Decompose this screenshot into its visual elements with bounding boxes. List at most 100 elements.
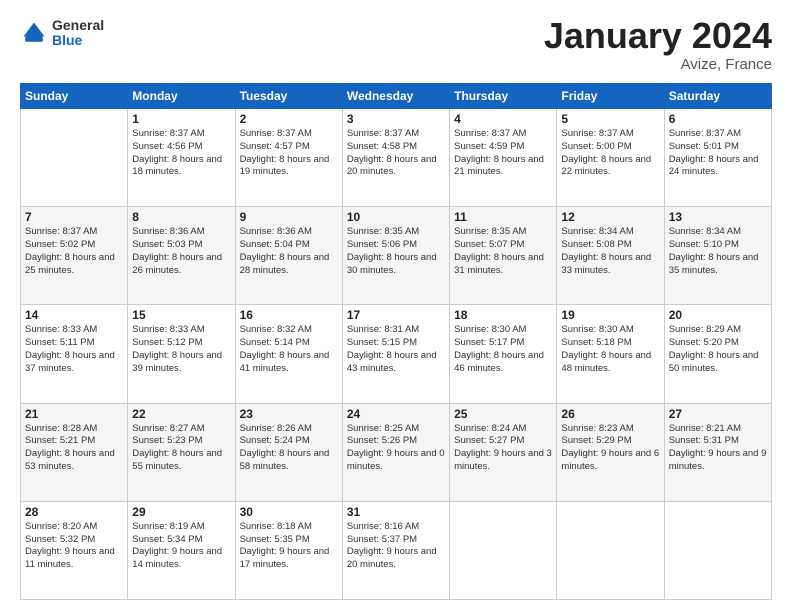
sunset-text: Sunset: 5:10 PM (669, 239, 739, 250)
calendar-week-row: 7 Sunrise: 8:37 AM Sunset: 5:02 PM Dayli… (21, 207, 772, 305)
day-info: Sunrise: 8:36 AM Sunset: 5:03 PM Dayligh… (132, 226, 230, 277)
daylight-text: Daylight: 8 hours and 41 minutes. (240, 350, 330, 374)
table-row: 1 Sunrise: 8:37 AM Sunset: 4:56 PM Dayli… (128, 109, 235, 207)
day-number: 22 (132, 407, 230, 421)
table-row: 7 Sunrise: 8:37 AM Sunset: 5:02 PM Dayli… (21, 207, 128, 305)
table-row (664, 501, 771, 599)
sunset-text: Sunset: 5:27 PM (454, 435, 524, 446)
day-info: Sunrise: 8:37 AM Sunset: 4:58 PM Dayligh… (347, 128, 445, 179)
day-number: 1 (132, 112, 230, 126)
sunrise-text: Sunrise: 8:37 AM (240, 128, 312, 139)
table-row: 2 Sunrise: 8:37 AM Sunset: 4:57 PM Dayli… (235, 109, 342, 207)
sunrise-text: Sunrise: 8:31 AM (347, 324, 419, 335)
header-thursday: Thursday (450, 84, 557, 109)
sunrise-text: Sunrise: 8:33 AM (25, 324, 97, 335)
day-info: Sunrise: 8:23 AM Sunset: 5:29 PM Dayligh… (561, 423, 659, 474)
sunset-text: Sunset: 4:56 PM (132, 141, 202, 152)
sunrise-text: Sunrise: 8:21 AM (669, 423, 741, 434)
calendar-week-row: 28 Sunrise: 8:20 AM Sunset: 5:32 PM Dayl… (21, 501, 772, 599)
daylight-text: Daylight: 8 hours and 46 minutes. (454, 350, 544, 374)
day-info: Sunrise: 8:24 AM Sunset: 5:27 PM Dayligh… (454, 423, 552, 474)
day-number: 12 (561, 210, 659, 224)
table-row: 29 Sunrise: 8:19 AM Sunset: 5:34 PM Dayl… (128, 501, 235, 599)
daylight-text: Daylight: 9 hours and 3 minutes. (454, 448, 552, 472)
table-row: 5 Sunrise: 8:37 AM Sunset: 5:00 PM Dayli… (557, 109, 664, 207)
daylight-text: Daylight: 9 hours and 9 minutes. (669, 448, 767, 472)
day-info: Sunrise: 8:20 AM Sunset: 5:32 PM Dayligh… (25, 521, 123, 572)
day-number: 14 (25, 308, 123, 322)
sunset-text: Sunset: 5:12 PM (132, 337, 202, 348)
sunset-text: Sunset: 5:29 PM (561, 435, 631, 446)
daylight-text: Daylight: 8 hours and 55 minutes. (132, 448, 222, 472)
sunset-text: Sunset: 5:00 PM (561, 141, 631, 152)
table-row: 4 Sunrise: 8:37 AM Sunset: 4:59 PM Dayli… (450, 109, 557, 207)
logo: General Blue (20, 18, 104, 49)
sunset-text: Sunset: 5:23 PM (132, 435, 202, 446)
daylight-text: Daylight: 9 hours and 6 minutes. (561, 448, 659, 472)
sunrise-text: Sunrise: 8:20 AM (25, 521, 97, 532)
daylight-text: Daylight: 9 hours and 11 minutes. (25, 546, 115, 570)
sunrise-text: Sunrise: 8:33 AM (132, 324, 204, 335)
day-number: 7 (25, 210, 123, 224)
sunset-text: Sunset: 5:04 PM (240, 239, 310, 250)
table-row: 8 Sunrise: 8:36 AM Sunset: 5:03 PM Dayli… (128, 207, 235, 305)
day-info: Sunrise: 8:21 AM Sunset: 5:31 PM Dayligh… (669, 423, 767, 474)
sunrise-text: Sunrise: 8:32 AM (240, 324, 312, 335)
header-friday: Friday (557, 84, 664, 109)
day-info: Sunrise: 8:37 AM Sunset: 5:01 PM Dayligh… (669, 128, 767, 179)
daylight-text: Daylight: 8 hours and 22 minutes. (561, 154, 651, 178)
sunrise-text: Sunrise: 8:28 AM (25, 423, 97, 434)
daylight-text: Daylight: 9 hours and 20 minutes. (347, 546, 437, 570)
table-row: 19 Sunrise: 8:30 AM Sunset: 5:18 PM Dayl… (557, 305, 664, 403)
table-row: 12 Sunrise: 8:34 AM Sunset: 5:08 PM Dayl… (557, 207, 664, 305)
calendar-week-row: 14 Sunrise: 8:33 AM Sunset: 5:11 PM Dayl… (21, 305, 772, 403)
sunrise-text: Sunrise: 8:34 AM (669, 226, 741, 237)
sunrise-text: Sunrise: 8:37 AM (454, 128, 526, 139)
day-info: Sunrise: 8:36 AM Sunset: 5:04 PM Dayligh… (240, 226, 338, 277)
day-info: Sunrise: 8:30 AM Sunset: 5:18 PM Dayligh… (561, 324, 659, 375)
sunrise-text: Sunrise: 8:36 AM (240, 226, 312, 237)
daylight-text: Daylight: 8 hours and 26 minutes. (132, 252, 222, 276)
sunrise-text: Sunrise: 8:30 AM (561, 324, 633, 335)
sunrise-text: Sunrise: 8:37 AM (347, 128, 419, 139)
daylight-text: Daylight: 8 hours and 39 minutes. (132, 350, 222, 374)
day-number: 20 (669, 308, 767, 322)
header-sunday: Sunday (21, 84, 128, 109)
day-number: 17 (347, 308, 445, 322)
day-info: Sunrise: 8:33 AM Sunset: 5:12 PM Dayligh… (132, 324, 230, 375)
table-row: 3 Sunrise: 8:37 AM Sunset: 4:58 PM Dayli… (342, 109, 449, 207)
table-row (21, 109, 128, 207)
day-info: Sunrise: 8:37 AM Sunset: 5:00 PM Dayligh… (561, 128, 659, 179)
sunset-text: Sunset: 5:06 PM (347, 239, 417, 250)
daylight-text: Daylight: 8 hours and 50 minutes. (669, 350, 759, 374)
day-info: Sunrise: 8:26 AM Sunset: 5:24 PM Dayligh… (240, 423, 338, 474)
header-saturday: Saturday (664, 84, 771, 109)
daylight-text: Daylight: 8 hours and 30 minutes. (347, 252, 437, 276)
weekday-header-row: Sunday Monday Tuesday Wednesday Thursday… (21, 84, 772, 109)
day-info: Sunrise: 8:27 AM Sunset: 5:23 PM Dayligh… (132, 423, 230, 474)
day-info: Sunrise: 8:30 AM Sunset: 5:17 PM Dayligh… (454, 324, 552, 375)
table-row: 25 Sunrise: 8:24 AM Sunset: 5:27 PM Dayl… (450, 403, 557, 501)
calendar-week-row: 1 Sunrise: 8:37 AM Sunset: 4:56 PM Dayli… (21, 109, 772, 207)
day-number: 8 (132, 210, 230, 224)
table-row: 10 Sunrise: 8:35 AM Sunset: 5:06 PM Dayl… (342, 207, 449, 305)
day-number: 27 (669, 407, 767, 421)
sunrise-text: Sunrise: 8:35 AM (347, 226, 419, 237)
day-number: 13 (669, 210, 767, 224)
sunrise-text: Sunrise: 8:37 AM (132, 128, 204, 139)
day-number: 11 (454, 210, 552, 224)
sunset-text: Sunset: 5:02 PM (25, 239, 95, 250)
day-number: 24 (347, 407, 445, 421)
table-row: 16 Sunrise: 8:32 AM Sunset: 5:14 PM Dayl… (235, 305, 342, 403)
day-info: Sunrise: 8:31 AM Sunset: 5:15 PM Dayligh… (347, 324, 445, 375)
table-row: 13 Sunrise: 8:34 AM Sunset: 5:10 PM Dayl… (664, 207, 771, 305)
table-row: 28 Sunrise: 8:20 AM Sunset: 5:32 PM Dayl… (21, 501, 128, 599)
daylight-text: Daylight: 8 hours and 24 minutes. (669, 154, 759, 178)
sunset-text: Sunset: 5:14 PM (240, 337, 310, 348)
table-row: 31 Sunrise: 8:16 AM Sunset: 5:37 PM Dayl… (342, 501, 449, 599)
sunrise-text: Sunrise: 8:16 AM (347, 521, 419, 532)
daylight-text: Daylight: 8 hours and 33 minutes. (561, 252, 651, 276)
table-row: 23 Sunrise: 8:26 AM Sunset: 5:24 PM Dayl… (235, 403, 342, 501)
table-row: 24 Sunrise: 8:25 AM Sunset: 5:26 PM Dayl… (342, 403, 449, 501)
sunrise-text: Sunrise: 8:37 AM (561, 128, 633, 139)
